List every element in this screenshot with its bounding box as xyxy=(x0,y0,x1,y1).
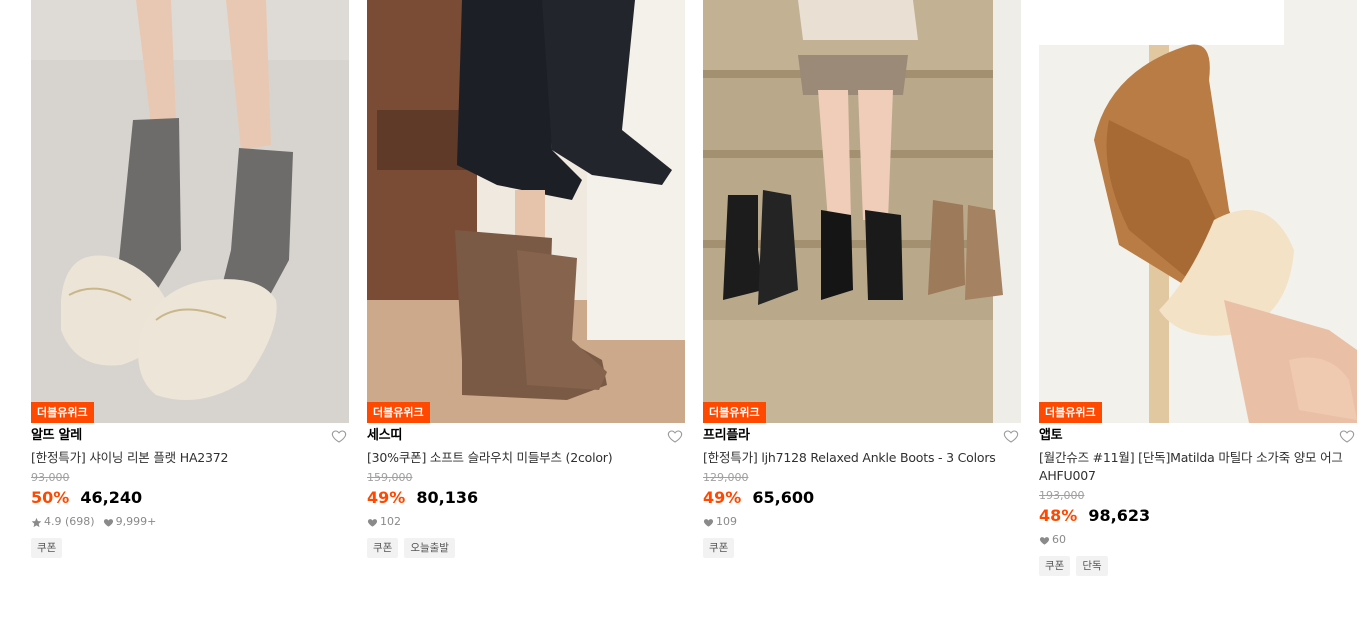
product-grid: 더블유위크 알뜨 알레 [한정특가] 샤이닝 리본 플랫 HA2372 93,0… xyxy=(0,0,1362,623)
heart-icon xyxy=(703,517,714,528)
like-count: 109 xyxy=(716,515,737,528)
product-card[interactable]: 더블유위크 앱토 [월간슈즈 #11월] [단독]Matilda 마틸다 소가죽… xyxy=(1039,0,1357,576)
promo-badge: 더블유위크 xyxy=(367,402,430,423)
tag-chip: 쿠폰 xyxy=(1039,556,1071,576)
rating-value: 4.9 xyxy=(44,515,62,528)
heart-icon xyxy=(103,517,114,528)
heart-icon[interactable] xyxy=(331,428,347,444)
like-count: 9,999+ xyxy=(115,515,157,528)
sale-price: 98,623 xyxy=(1088,506,1151,525)
product-image[interactable]: 더블유위크 xyxy=(1039,0,1357,423)
product-name[interactable]: [30%쿠폰] 소프트 슬라우치 미들부츠 (2color) xyxy=(367,449,685,467)
product-image[interactable]: 더블유위크 xyxy=(703,0,1021,423)
tag-chip: 쿠폰 xyxy=(31,538,63,558)
tag-chip: 쿠폰 xyxy=(367,538,399,558)
heart-icon[interactable] xyxy=(1339,428,1355,444)
product-card[interactable]: 더블유위크 세스띠 [30%쿠폰] 소프트 슬라우치 미들부츠 (2color)… xyxy=(367,0,685,558)
heart-icon[interactable] xyxy=(667,428,683,444)
heart-icon xyxy=(1039,535,1050,546)
sale-price: 65,600 xyxy=(752,488,815,507)
discount-rate: 48% xyxy=(1039,506,1078,525)
review-count: (698) xyxy=(65,515,95,528)
promo-badge: 더블유위크 xyxy=(1039,402,1102,423)
brand-name[interactable]: 앱토 xyxy=(1039,424,1357,448)
like-count: 60 xyxy=(1052,533,1066,546)
heart-icon xyxy=(367,517,378,528)
tag-chip: 단독 xyxy=(1076,556,1108,576)
star-icon xyxy=(31,517,42,528)
product-name[interactable]: [한정특가] 샤이닝 리본 플랫 HA2372 xyxy=(31,449,349,467)
tag-chip: 오늘출발 xyxy=(404,538,455,558)
heart-icon[interactable] xyxy=(1003,428,1019,444)
brand-name[interactable]: 알뜨 알레 xyxy=(31,424,349,448)
sale-price: 46,240 xyxy=(80,488,143,507)
product-image[interactable]: 더블유위크 xyxy=(367,0,685,423)
discount-rate: 49% xyxy=(367,488,406,507)
product-card[interactable]: 더블유위크 알뜨 알레 [한정특가] 샤이닝 리본 플랫 HA2372 93,0… xyxy=(31,0,349,558)
tag-chip: 쿠폰 xyxy=(703,538,735,558)
brand-name[interactable]: 프리플라 xyxy=(703,424,1021,448)
original-price: 129,000 xyxy=(703,471,749,484)
product-name[interactable]: [월간슈즈 #11월] [단독]Matilda 마틸다 소가죽 양모 어그 AH… xyxy=(1039,449,1357,485)
like-count: 102 xyxy=(380,515,401,528)
original-price: 93,000 xyxy=(31,471,70,484)
original-price: 193,000 xyxy=(1039,489,1085,502)
sale-price: 80,136 xyxy=(416,488,479,507)
product-card[interactable]: 더블유위크 프리플라 [한정특가] ljh7128 Relaxed Ankle … xyxy=(703,0,1021,558)
original-price: 159,000 xyxy=(367,471,413,484)
discount-rate: 49% xyxy=(703,488,742,507)
product-name[interactable]: [한정특가] ljh7128 Relaxed Ankle Boots - 3 C… xyxy=(703,449,1021,467)
promo-badge: 더블유위크 xyxy=(703,402,766,423)
brand-name[interactable]: 세스띠 xyxy=(367,424,685,448)
discount-rate: 50% xyxy=(31,488,70,507)
product-image[interactable]: 더블유위크 xyxy=(31,0,349,423)
promo-badge: 더블유위크 xyxy=(31,402,94,423)
